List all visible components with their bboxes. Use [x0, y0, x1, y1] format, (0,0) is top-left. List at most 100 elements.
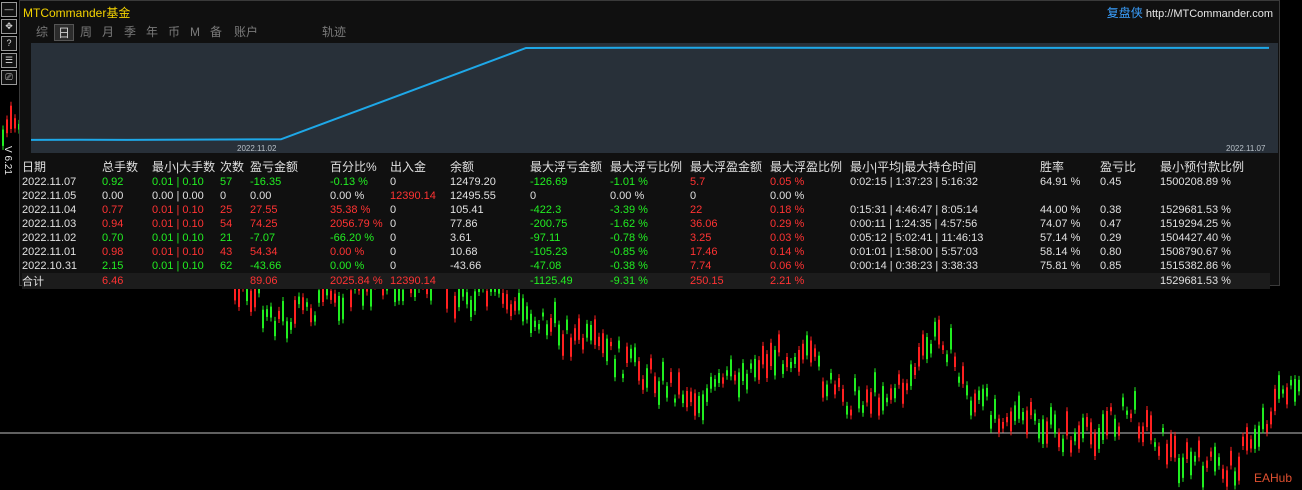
table-cell [152, 273, 220, 289]
table-row: 2022.10.31 2.15 0.01 | 0.10 62 -43.66 0.00 % 0… [22, 259, 1270, 273]
watermark: EAHub [1254, 471, 1292, 485]
candle-body [562, 334, 564, 356]
table-cell: -47.08 [530, 260, 562, 272]
candle-body [958, 376, 960, 383]
candle-body [774, 349, 776, 376]
column-header: 最小|大手数 [152, 160, 216, 174]
candle-body [718, 372, 720, 384]
candle-body [786, 357, 788, 368]
table-cell: -105.23 [530, 246, 568, 258]
candle-body [670, 372, 672, 383]
table-cell: -0.38 % [610, 260, 648, 272]
table-cell: 0 [390, 218, 397, 230]
candle-body [526, 306, 528, 320]
tab-3[interactable]: 周 [76, 24, 96, 41]
column-header: 百分比% [330, 160, 377, 174]
candle-body [518, 292, 520, 311]
table-cell: 1529681.53 % [1160, 275, 1231, 287]
candle-body [702, 394, 704, 421]
candle-body [514, 301, 516, 311]
candle-body [594, 319, 596, 345]
candle-body [866, 389, 868, 403]
tab-7[interactable]: 币 [164, 24, 184, 41]
candle-body [954, 356, 956, 367]
candle-body [1118, 426, 1120, 436]
table-cell [850, 273, 1040, 289]
candle-body [1006, 416, 1008, 423]
tab-2[interactable]: 日 [54, 24, 74, 41]
table-cell: 2022.11.01 [22, 246, 77, 258]
candle-body [310, 308, 312, 323]
tab-5[interactable]: 季 [120, 24, 140, 41]
candle-body [1126, 410, 1128, 415]
table-cell: 54 [220, 218, 233, 230]
table-cell: 1515382.86 % [1160, 260, 1231, 272]
tab-6[interactable]: 年 [142, 24, 162, 41]
candle-body [402, 289, 404, 302]
brand[interactable]: 复盘侠 http://MTCommander.com [1107, 4, 1273, 21]
candle-body [10, 105, 12, 130]
tab-1[interactable]: 综 [32, 24, 52, 41]
table-cell: 57.14 % [1040, 232, 1081, 244]
table-cell: 0.05 % [770, 176, 805, 188]
candle-body [886, 397, 888, 403]
candle-body [1070, 440, 1072, 453]
table-cell: 36.06 [690, 218, 718, 230]
tab-11[interactable]: 轨迹 [316, 24, 352, 41]
candle-body [274, 320, 276, 337]
table-cell: 0.18 % [770, 204, 805, 216]
table-cell: 2.21 % [770, 275, 805, 287]
table-cell: 12390.14 [390, 190, 436, 202]
tab-4[interactable]: 月 [98, 24, 118, 41]
candle-body [698, 396, 700, 414]
candle-body [1026, 410, 1028, 435]
candle-body [898, 374, 900, 385]
candle-body [238, 288, 240, 307]
candle-body [1182, 457, 1184, 478]
candle-body [350, 290, 352, 308]
candle-body [506, 294, 508, 310]
table-cell [1100, 273, 1160, 289]
candle-body [342, 297, 344, 320]
table-cell: 0.92 [102, 176, 124, 188]
candle-body [1062, 438, 1064, 453]
screenshot-icon[interactable]: ⎚ [1, 70, 17, 85]
candle-body [838, 378, 840, 388]
candle-body [266, 309, 268, 317]
table-cell: 0:05:12 | 5:02:41 | 11:46:13 [850, 232, 984, 244]
candle-body [730, 359, 732, 377]
table-cell: 105.41 [450, 204, 484, 216]
column-header: 最大浮亏金额 [530, 160, 603, 174]
table-cell: 12479.20 [450, 176, 496, 188]
move-icon[interactable]: ✥ [1, 19, 17, 34]
tab-9[interactable]: 备 [206, 24, 226, 41]
menu-icon[interactable]: ☰ [1, 53, 17, 68]
candle-body [746, 373, 748, 390]
candle-body [986, 387, 988, 397]
candle-body [974, 393, 976, 413]
help-icon[interactable]: ? [1, 36, 17, 51]
table-cell: -43.66 [250, 260, 282, 272]
brand-url[interactable]: http://MTCommander.com [1146, 8, 1273, 20]
table-cell: 44.00 % [1040, 204, 1081, 216]
candle-body [290, 321, 292, 330]
table-cell: 27.55 [250, 204, 278, 216]
candle-body [862, 405, 864, 413]
candle-body [1274, 388, 1276, 412]
candle-body [582, 337, 584, 350]
candle-body [1170, 433, 1172, 458]
table-cell: 0.29 % [770, 218, 805, 230]
candle-body [1066, 411, 1068, 436]
table-cell: 35.38 % [330, 204, 371, 216]
candle-body [590, 324, 592, 341]
tab-10[interactable]: 账户 [230, 24, 262, 41]
table-cell: 0 [530, 190, 537, 202]
table-cell: 1504427.40 % [1160, 232, 1231, 244]
table-cell: 0 [390, 204, 397, 216]
candle-body [602, 333, 604, 354]
table-cell: -9.31 % [610, 275, 648, 287]
tab-8[interactable]: M [186, 24, 204, 41]
candle-body [1030, 401, 1032, 416]
table-cell: 0.00 % [330, 260, 365, 272]
minimize-icon[interactable]: — [1, 2, 17, 17]
